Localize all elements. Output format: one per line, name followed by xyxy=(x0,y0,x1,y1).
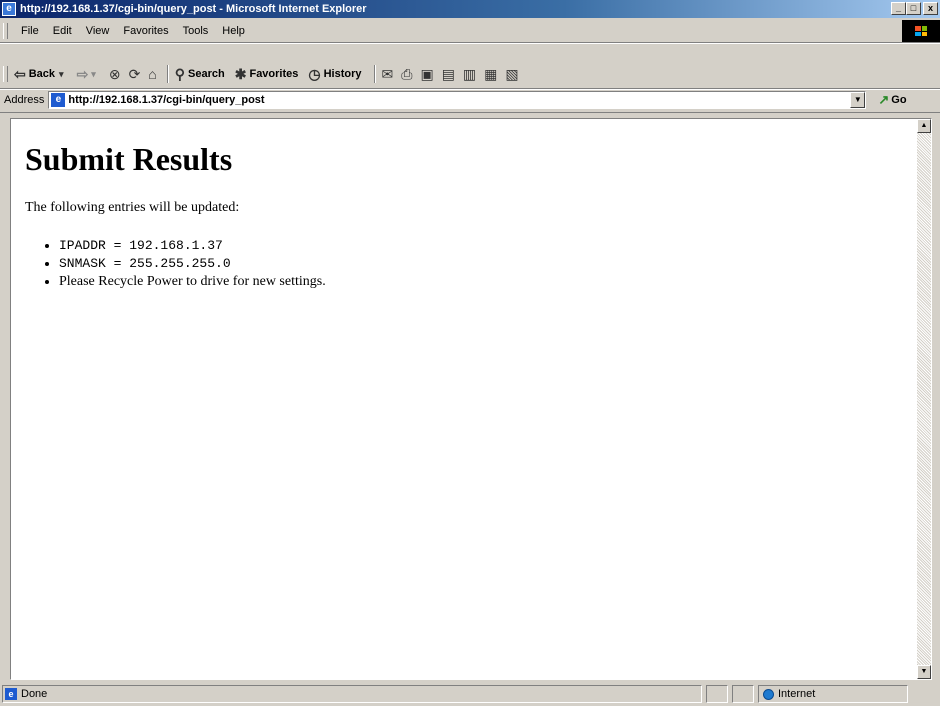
security-zone-panel: Internet xyxy=(758,685,908,703)
go-label: Go xyxy=(891,94,907,106)
standard-toolbar: ⇦ Back ▾ ⇨ ▾ ⊗ ⟳ ⌂ ⚲ Search ✱ Favorites … xyxy=(0,60,940,89)
back-dropdown-icon[interactable]: ▾ xyxy=(59,69,64,80)
address-url[interactable]: http://192.168.1.37/cgi-bin/query_post xyxy=(68,94,264,106)
home-icon[interactable]: ⌂ xyxy=(148,66,156,82)
menu-file[interactable]: File xyxy=(14,25,46,37)
windows-logo xyxy=(902,20,940,42)
media-icon[interactable]: ▧ xyxy=(505,66,518,83)
vertical-scrollbar[interactable]: ▲ ▼ xyxy=(917,119,931,679)
list-item-recycle-note: Please Recycle Power to drive for new se… xyxy=(59,274,326,290)
status-text: Done xyxy=(21,688,48,700)
intro-text: The following entries will be updated: xyxy=(25,200,240,215)
windows-flag-icon xyxy=(915,26,927,36)
entries-list: IPADDR = 192.168.1.37 SNMASK = 255.255.2… xyxy=(25,238,326,290)
mail-icon[interactable]: ✉ xyxy=(382,66,394,83)
back-button[interactable]: ⇦ Back ▾ xyxy=(14,66,67,83)
menu-edit[interactable]: Edit xyxy=(46,25,79,37)
search-button[interactable]: ⚲ Search xyxy=(175,66,225,83)
forward-arrow-icon: ⇨ xyxy=(76,65,89,82)
menu-favorites[interactable]: Favorites xyxy=(116,25,175,37)
search-label: Search xyxy=(188,68,225,80)
print-icon[interactable]: ⎙ xyxy=(401,66,412,83)
page-content: Submit Results The following entries wil… xyxy=(25,141,326,293)
scroll-down-icon[interactable]: ▼ xyxy=(917,665,931,679)
favorites-button[interactable]: ✱ Favorites xyxy=(235,66,299,83)
favorites-icon: ✱ xyxy=(234,65,247,82)
stop-icon[interactable]: ⊗ xyxy=(109,66,121,83)
discuss-icon[interactable]: ▤ xyxy=(442,66,455,83)
page-viewport: Submit Results The following entries wil… xyxy=(10,118,932,680)
menu-view[interactable]: View xyxy=(79,25,117,37)
zone-label: Internet xyxy=(778,688,816,700)
messenger-icon[interactable]: ▥ xyxy=(463,66,476,83)
page-status-icon: e xyxy=(5,688,17,700)
menu-bar: File Edit View Favorites Tools Help xyxy=(0,20,940,43)
status-bar: e Done Internet xyxy=(0,682,940,706)
page-heading: Submit Results xyxy=(25,141,233,177)
search-icon: ⚲ xyxy=(174,65,186,82)
edit-icon[interactable]: ▣ xyxy=(420,66,433,83)
close-button[interactable]: x xyxy=(923,2,938,15)
list-item-snmask: SNMASK = 255.255.255.0 xyxy=(59,256,326,271)
list-item-ipaddr: IPADDR = 192.168.1.37 xyxy=(59,238,326,253)
window-controls: _ □ x xyxy=(891,2,938,15)
address-bar: Address e http://192.168.1.37/cgi-bin/qu… xyxy=(0,88,940,113)
menu-grip xyxy=(3,23,8,39)
address-label: Address xyxy=(4,94,45,106)
history-button[interactable]: ◷ History xyxy=(308,66,361,83)
globe-icon xyxy=(763,688,774,700)
window-title: http://192.168.1.37/cgi-bin/query_post -… xyxy=(20,3,367,15)
title-bar[interactable]: e http://192.168.1.37/cgi-bin/query_post… xyxy=(0,0,940,18)
address-input[interactable]: e http://192.168.1.37/cgi-bin/query_post… xyxy=(48,91,867,109)
browser-window: e http://192.168.1.37/cgi-bin/query_post… xyxy=(0,0,940,706)
menu-help[interactable]: Help xyxy=(215,25,252,37)
go-button[interactable]: ↗ Go xyxy=(878,92,906,108)
page-icon: e xyxy=(51,93,66,107)
back-arrow-icon: ⇦ xyxy=(14,65,26,82)
address-dropdown-icon[interactable]: ▼ xyxy=(850,92,866,108)
refresh-icon[interactable]: ⟳ xyxy=(129,66,141,83)
favorites-label: Favorites xyxy=(249,68,299,80)
toolbar-grip xyxy=(3,66,8,82)
status-panel xyxy=(732,685,754,703)
menu-tools[interactable]: Tools xyxy=(176,25,216,37)
history-icon: ◷ xyxy=(308,65,321,82)
status-panel xyxy=(706,685,728,703)
scroll-up-icon[interactable]: ▲ xyxy=(917,119,931,133)
minimize-button[interactable]: _ xyxy=(891,2,906,15)
go-arrow-icon: ↗ xyxy=(878,92,890,107)
toolbar-separator xyxy=(166,65,169,83)
status-main-panel: e Done xyxy=(2,685,702,703)
toolbar-separator xyxy=(373,65,376,83)
maximize-button[interactable]: □ xyxy=(906,2,921,15)
forward-dropdown-icon[interactable]: ▾ xyxy=(91,69,96,80)
back-label: Back xyxy=(28,68,56,80)
ie-icon: e xyxy=(2,2,16,16)
related-icon[interactable]: ▦ xyxy=(484,66,497,83)
forward-button[interactable]: ⇨ ▾ xyxy=(77,66,99,83)
history-label: History xyxy=(323,68,362,80)
